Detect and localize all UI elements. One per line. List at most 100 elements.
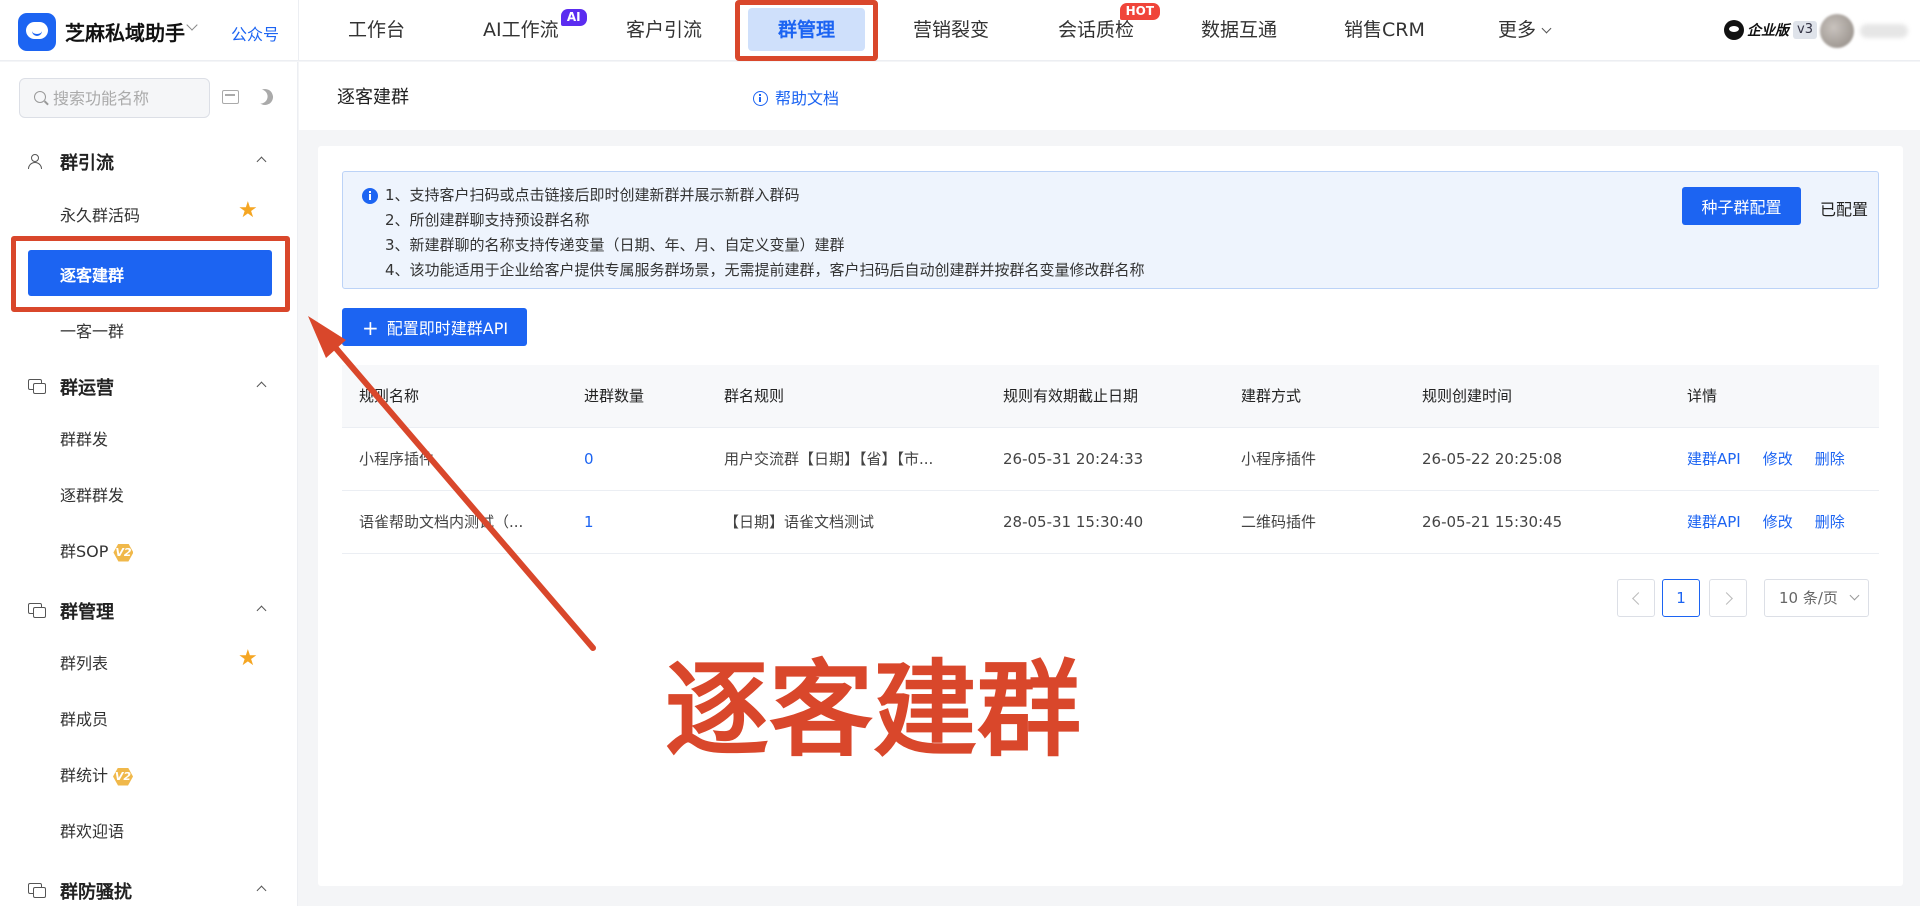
chevron-down-icon <box>1849 590 1860 601</box>
sidebar-item-one-customer-one-group[interactable]: 一客一群 <box>28 306 272 352</box>
sidebar-item-per-group-broadcast[interactable]: 逐群群发 <box>28 470 272 516</box>
create-method: 小程序插件 <box>1241 450 1317 468</box>
column-header: 进群数量 <box>584 387 645 405</box>
create-method: 二维码插件 <box>1241 513 1317 531</box>
group-name-rule: 用户交流群【日期】【省】【市... <box>724 450 934 468</box>
chat-icon <box>28 603 46 618</box>
chevron-up-icon <box>256 381 267 392</box>
sidebar-item-group-broadcast[interactable]: 群群发 <box>28 414 272 460</box>
table-row: 小程序插件 0 用户交流群【日期】【省】【市... 26-05-31 20:24… <box>342 428 1879 491</box>
search-icon <box>34 91 46 103</box>
nav-item-sales-crm[interactable]: 销售CRM <box>1344 0 1425 61</box>
next-page-button[interactable] <box>1709 579 1747 617</box>
v2-badge: V2 <box>113 543 134 562</box>
row-actions: 建群API 修改 删除 <box>1687 491 1867 554</box>
chevron-down-icon <box>1541 23 1552 34</box>
page-header: 逐客建群 帮助文档 <box>299 62 1920 130</box>
enterprise-icon <box>1724 20 1744 40</box>
delete-link[interactable]: 删除 <box>1815 513 1845 531</box>
chat-icon <box>28 379 46 394</box>
api-link[interactable]: 建群API <box>1687 450 1741 468</box>
sidebar-group-management[interactable]: 群管理 <box>0 590 297 630</box>
v2-badge: V2 <box>113 767 134 786</box>
seed-group-config-button[interactable]: 种子群配置 <box>1682 187 1801 225</box>
sidebar-group-acquisition[interactable]: 群引流 <box>0 141 297 181</box>
nav-item-more[interactable]: 更多 <box>1498 0 1552 61</box>
chevron-up-icon <box>256 156 267 167</box>
plus-icon: + <box>362 315 379 340</box>
info-icon <box>753 91 768 106</box>
column-header: 规则名称 <box>359 387 420 405</box>
edit-link[interactable]: 修改 <box>1763 513 1793 531</box>
nav-item-workbench[interactable]: 工作台 <box>348 0 405 61</box>
chevron-down-icon[interactable] <box>186 19 198 31</box>
app-logo-icon[interactable] <box>18 13 56 51</box>
page-size-select[interactable]: 10 条/页 <box>1764 579 1869 617</box>
sidebar-item-group-list[interactable]: 群列表 ★ <box>28 638 272 684</box>
official-account-link[interactable]: 公众号 <box>231 21 279 45</box>
created-time: 26-05-21 15:30:45 <box>1422 513 1563 531</box>
table-row: 语雀帮助文档内测试（... 1 【日期】语雀文档测试 28-05-31 15:3… <box>342 491 1879 554</box>
chevron-up-icon <box>256 605 267 616</box>
star-icon[interactable]: ★ <box>238 648 258 670</box>
nav-item-ai-workflow[interactable]: AI工作流 AI <box>483 0 587 61</box>
info-notice: 1、支持客户扫码或点击链接后即时创建新群并展示新群入群码 2、所创建群聊支持预设… <box>342 171 1879 289</box>
configure-api-button[interactable]: + 配置即时建群API <box>342 308 527 346</box>
sidebar-item-group-welcome[interactable]: 群欢迎语 <box>28 806 272 852</box>
brand-name[interactable]: 芝麻私域助手 <box>65 17 185 46</box>
sidebar-group-operations[interactable]: 群运营 <box>0 366 297 406</box>
nav-item-group-management[interactable]: 群管理 <box>735 0 879 61</box>
sidebar-item-permanent-qr[interactable]: 永久群活码 ★ <box>28 190 272 236</box>
column-header: 详情 <box>1687 387 1718 405</box>
notice-line: 4、该功能适用于企业给客户提供专属服务群场景，无需提前建群，客户扫码后自动创建群… <box>385 261 1145 279</box>
prev-page-button[interactable] <box>1617 579 1655 617</box>
expire-date: 26-05-31 20:24:33 <box>1003 450 1144 468</box>
nav-divider <box>298 0 299 61</box>
table-header: 规则名称 进群数量 群名规则 规则有效期截止日期 建群方式 规则创建时间 详情 <box>342 365 1879 428</box>
rule-name: 语雀帮助文档内测试（... <box>359 513 524 531</box>
nav-item-marketing-fission[interactable]: 营销裂变 <box>913 0 989 61</box>
sidebar-search <box>19 78 210 118</box>
user-name-blurred <box>1860 24 1908 38</box>
nav-item-data-sync[interactable]: 数据互通 <box>1201 0 1277 61</box>
card-icon[interactable] <box>222 90 239 104</box>
column-header: 规则创建时间 <box>1422 387 1513 405</box>
chat-icon <box>28 883 46 898</box>
delete-link[interactable]: 删除 <box>1815 450 1845 468</box>
column-header: 建群方式 <box>1241 387 1302 405</box>
edit-link[interactable]: 修改 <box>1763 450 1793 468</box>
search-input[interactable] <box>53 79 203 117</box>
annotation-label: 逐客建群 <box>665 649 1082 771</box>
page-number-button[interactable]: 1 <box>1662 579 1700 617</box>
star-icon[interactable]: ★ <box>238 200 258 222</box>
member-count-link[interactable]: 1 <box>584 491 594 554</box>
group-name-rule: 【日期】语雀文档测试 <box>724 513 875 531</box>
ai-badge: AI <box>560 9 587 26</box>
rule-name: 小程序插件 <box>359 450 435 468</box>
member-count-link[interactable]: 0 <box>584 428 594 491</box>
avatar[interactable] <box>1820 14 1854 48</box>
config-status: 已配置 <box>1820 200 1869 219</box>
created-time: 26-05-22 20:25:08 <box>1422 450 1563 468</box>
notice-line: 2、所创建群聊支持预设群名称 <box>385 211 590 229</box>
sidebar-group-anti-harassment[interactable]: 群防骚扰 <box>0 870 297 906</box>
info-icon <box>362 188 378 204</box>
edition-badge[interactable]: 企业版 v3 <box>1724 19 1817 41</box>
sidebar-item-group-sop[interactable]: 群SOP V2 <box>28 526 272 572</box>
api-link[interactable]: 建群API <box>1687 513 1741 531</box>
page-title: 逐客建群 <box>337 87 409 108</box>
nav-item-customer-acquisition[interactable]: 客户引流 <box>626 0 702 61</box>
user-add-icon <box>28 154 44 169</box>
help-docs-link[interactable]: 帮助文档 <box>753 85 839 109</box>
column-header: 规则有效期截止日期 <box>1003 387 1139 405</box>
sidebar: 群引流 永久群活码 ★ 逐客建群 一客一群 群运营 群群发 逐群群发 群SOPV… <box>0 62 298 906</box>
highlight-box <box>11 236 290 312</box>
sidebar-item-per-customer-group[interactable]: 逐客建群 <box>11 236 290 312</box>
main-card: 1、支持客户扫码或点击链接后即时创建新群并展示新群入群码 2、所创建群聊支持预设… <box>318 146 1903 886</box>
sidebar-item-group-members[interactable]: 群成员 <box>28 694 272 740</box>
top-navigation-bar: 芝麻私域助手 公众号 工作台 AI工作流 AI 客户引流 群管理 营销裂变 会话质… <box>0 0 1920 61</box>
nav-item-session-qc[interactable]: 会话质检 HOT <box>1058 0 1161 61</box>
hot-badge: HOT <box>1119 3 1161 20</box>
sidebar-item-group-stats[interactable]: 群统计 V2 <box>28 750 272 796</box>
moon-icon[interactable] <box>255 87 276 108</box>
